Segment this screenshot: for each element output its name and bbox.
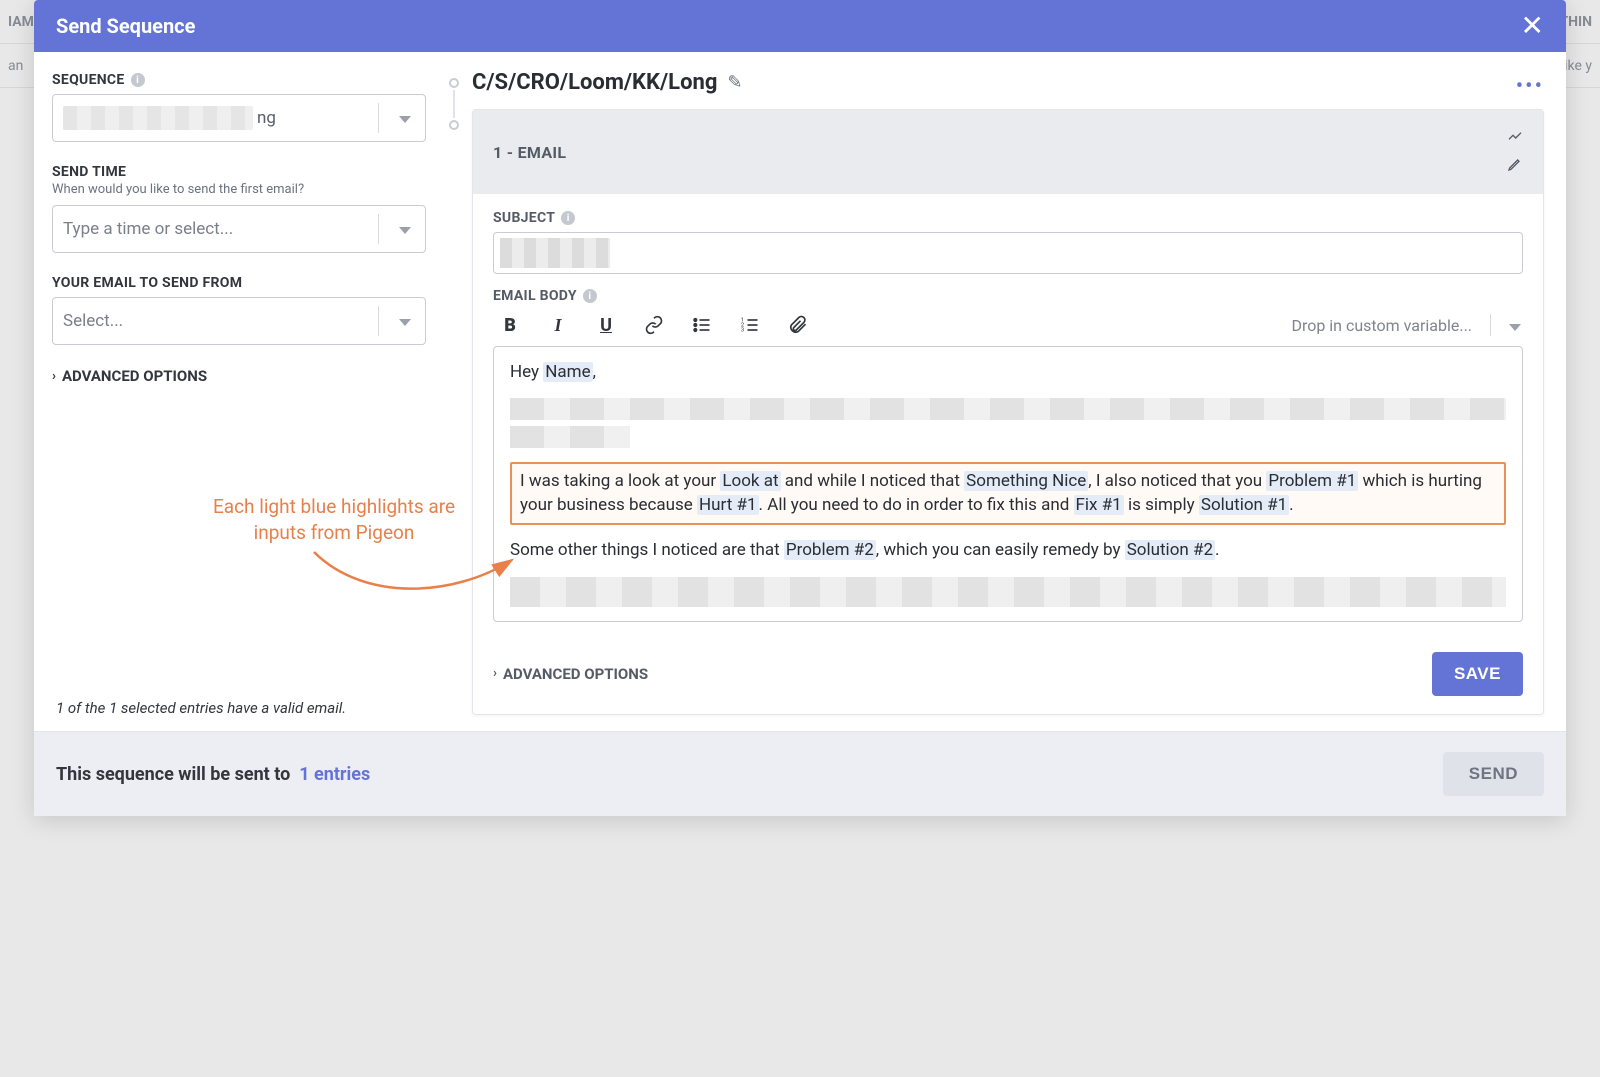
timeline-dot	[449, 120, 459, 130]
chevron-down-icon[interactable]	[399, 219, 411, 239]
edit-icon[interactable]: ✎	[727, 72, 742, 93]
attachment-icon[interactable]	[787, 315, 809, 335]
var-problem-1: Problem #1	[1266, 471, 1358, 491]
modal-header: Send Sequence ✕	[34, 0, 1566, 52]
editor-toolbar: B I U 123	[493, 310, 1523, 346]
highlighted-paragraph: I was taking a look at your Look at and …	[510, 462, 1506, 525]
info-icon[interactable]: i	[131, 73, 145, 87]
svg-text:3: 3	[741, 328, 744, 334]
timeline	[444, 52, 464, 731]
var-problem-2: Problem #2	[784, 540, 876, 560]
numbered-list-icon[interactable]: 123	[739, 315, 761, 335]
sendtime-select[interactable]: Type a time or select...	[52, 205, 426, 253]
custom-variable-select[interactable]: Drop in custom variable...	[1291, 314, 1521, 336]
var-solution-2: Solution #2	[1125, 540, 1215, 560]
modal-footer: This sequence will be sent to 1 entries …	[34, 731, 1566, 816]
chevron-right-icon: ›	[52, 369, 56, 384]
var-fix-1: Fix #1	[1074, 495, 1124, 515]
redacted-block	[63, 106, 253, 130]
footer-entries-link[interactable]: 1 entries	[299, 764, 370, 785]
modal-title: Send Sequence	[56, 14, 195, 38]
sequence-name: C/S/CRO/Loom/KK/Long	[472, 70, 717, 95]
subject-input[interactable]	[493, 232, 1523, 274]
bullet-list-icon[interactable]	[691, 315, 713, 335]
sendtime-placeholder: Type a time or select...	[63, 219, 233, 239]
footer-prefix: This sequence will be sent to	[56, 764, 290, 785]
body-label: EMAIL BODY i	[493, 288, 1523, 304]
sendtime-label: SEND TIME	[52, 164, 426, 180]
more-options-icon[interactable]: •••	[1516, 74, 1544, 99]
var-lookat: Look at	[720, 471, 780, 491]
italic-icon[interactable]: I	[547, 315, 569, 336]
sendtime-sublabel: When would you like to send the first em…	[52, 182, 426, 197]
chevron-right-icon: ›	[493, 666, 497, 681]
step-header: 1 - EMAIL	[473, 110, 1543, 194]
step-card-1: 1 - EMAIL SUBJECT i	[472, 109, 1544, 715]
chevron-down-icon	[1509, 316, 1521, 335]
from-select[interactable]: Select...	[52, 297, 426, 345]
var-solution-1: Solution #1	[1199, 495, 1289, 515]
send-button[interactable]: SEND	[1443, 752, 1544, 796]
send-sequence-modal: Send Sequence ✕ SEQUENCE i ng SEND TIME …	[34, 0, 1566, 816]
chevron-down-icon[interactable]	[399, 108, 411, 128]
var-hurt-1: Hurt #1	[697, 495, 758, 515]
chevron-down-icon[interactable]	[399, 311, 411, 331]
sequence-value-suffix: ng	[257, 108, 276, 128]
redacted-block	[500, 238, 610, 268]
sequence-select[interactable]: ng	[52, 94, 426, 142]
var-name: Name	[543, 362, 592, 382]
edit-step-icon[interactable]	[1507, 156, 1523, 176]
step-label: 1 - EMAIL	[493, 143, 566, 162]
timeline-dot	[449, 78, 459, 88]
email-body-editor[interactable]: Hey Name, I was taking a look at your Lo…	[493, 346, 1523, 622]
var-something-nice: Something Nice	[964, 471, 1088, 491]
valid-email-note: 1 of the 1 selected entries have a valid…	[56, 699, 346, 717]
left-pane: SEQUENCE i ng SEND TIME When would you l…	[34, 52, 444, 731]
info-icon[interactable]: i	[561, 211, 575, 225]
analytics-icon[interactable]	[1507, 128, 1523, 148]
subject-label: SUBJECT i	[493, 210, 1523, 226]
info-icon[interactable]: i	[583, 289, 597, 303]
save-button[interactable]: SAVE	[1432, 652, 1523, 696]
advanced-options-toggle[interactable]: › ADVANCED OPTIONS	[52, 367, 426, 385]
right-pane: C/S/CRO/Loom/KK/Long ✎ ••• 1 - EMAIL	[464, 52, 1566, 731]
advanced-options-step-toggle[interactable]: › ADVANCED OPTIONS	[493, 665, 648, 683]
bold-icon[interactable]: B	[499, 315, 521, 336]
body-line-greeting: Hey Name,	[510, 361, 1506, 384]
link-icon[interactable]	[643, 315, 665, 335]
sequence-label: SEQUENCE i	[52, 72, 426, 88]
from-label: YOUR EMAIL TO SEND FROM	[52, 275, 426, 291]
redacted-block	[510, 426, 630, 448]
redacted-block	[510, 577, 1506, 607]
underline-icon[interactable]: U	[595, 315, 617, 336]
redacted-block	[510, 398, 1506, 420]
close-icon[interactable]: ✕	[1521, 12, 1544, 40]
from-placeholder: Select...	[63, 311, 123, 331]
